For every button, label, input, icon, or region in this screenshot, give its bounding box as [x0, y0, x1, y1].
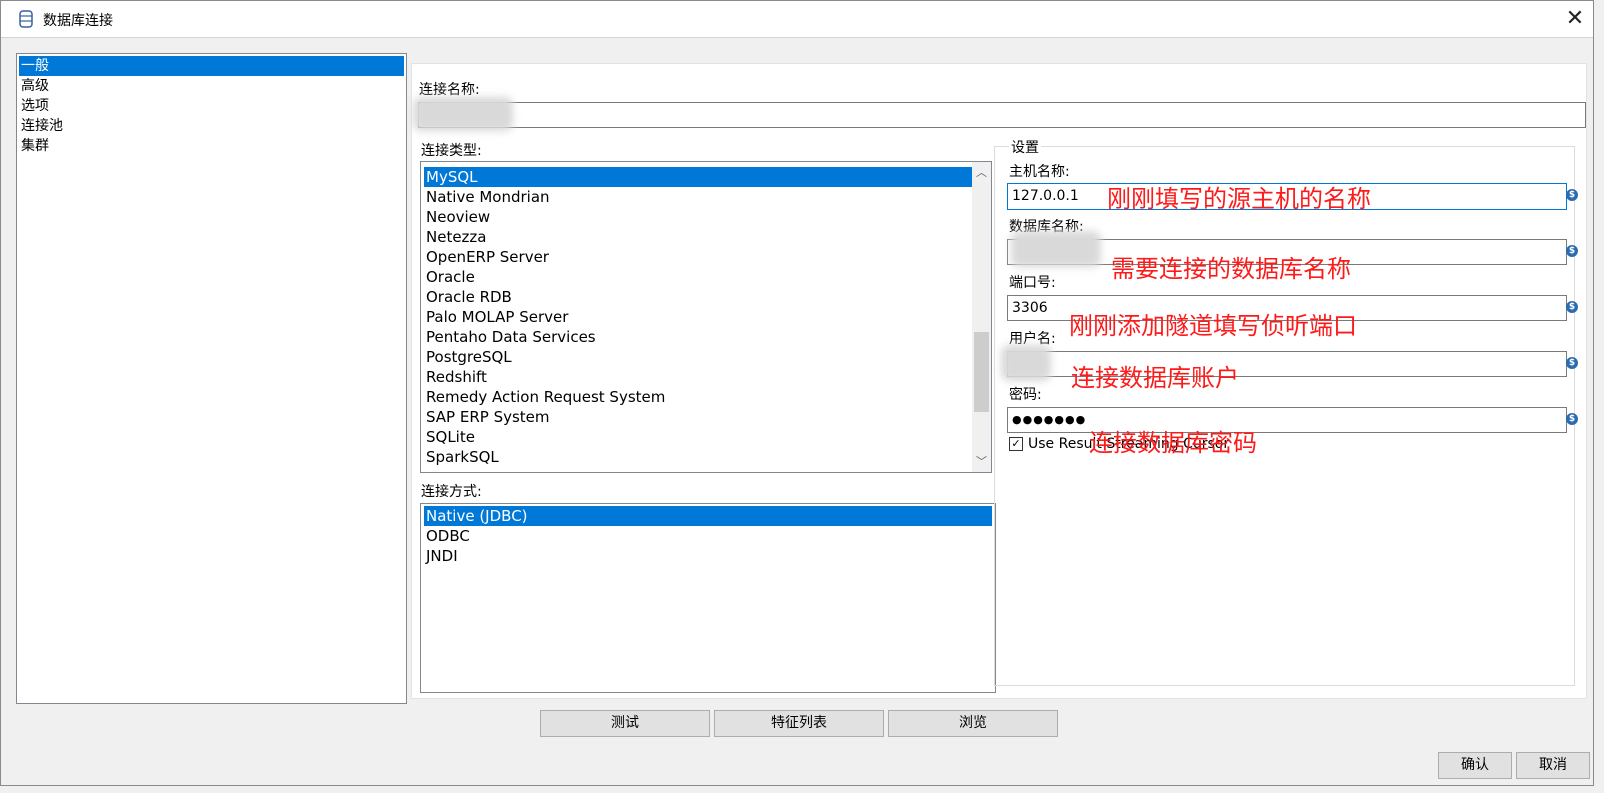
list-item-access-type[interactable]: JNDI	[424, 546, 458, 566]
nav-item-cluster[interactable]: 集群	[19, 136, 404, 156]
title-bar: 数据库连接 ✕	[1, 1, 1593, 37]
title-separator	[1, 37, 1593, 38]
list-item-access-type[interactable]: ODBC	[424, 526, 470, 546]
annotation-user: 连接数据库账户	[1071, 364, 1239, 392]
window-title: 数据库连接	[43, 13, 113, 29]
close-button[interactable]: ✕	[1561, 5, 1589, 33]
annotation-password: 连接数据库密码	[1089, 429, 1257, 457]
list-item-connection-type[interactable]: Oracle	[424, 267, 475, 287]
settings-group-label: 设置	[1009, 137, 1041, 157]
redacted-username	[1001, 345, 1051, 381]
scroll-down-icon[interactable]: ﹀	[972, 453, 991, 470]
port-label: 端口号:	[1009, 275, 1056, 291]
feature-list-button[interactable]: 特征列表	[714, 710, 884, 737]
database-icon	[19, 10, 33, 28]
variable-icon[interactable]: $	[1566, 357, 1578, 369]
scroll-up-icon[interactable]: ︿	[972, 164, 991, 181]
password-label: 密码:	[1009, 387, 1042, 403]
nav-item-pooling[interactable]: 连接池	[19, 116, 404, 136]
variable-icon[interactable]: $	[1566, 245, 1578, 257]
nav-item-options[interactable]: 选项	[19, 96, 404, 116]
variable-icon[interactable]: $	[1566, 413, 1578, 425]
connection-type-list[interactable]: MySQL Native Mondrian Neoview Netezza Op…	[420, 161, 992, 473]
explore-button[interactable]: 浏览	[888, 710, 1058, 737]
list-item-connection-type[interactable]: SparkSQL	[424, 447, 499, 467]
list-item-connection-type[interactable]: OpenERP Server	[424, 247, 549, 267]
cancel-button[interactable]: 取消	[1516, 752, 1590, 779]
category-nav-list: 一般 高级 选项 连接池 集群	[16, 53, 407, 704]
list-item-connection-type[interactable]: Native Mondrian	[424, 187, 550, 207]
redacted-connection-name	[413, 97, 513, 131]
list-item-connection-type[interactable]: Remedy Action Request System	[424, 387, 665, 407]
list-item-connection-type[interactable]: Netezza	[424, 227, 487, 247]
list-item-connection-type[interactable]: SAP ERP System	[424, 407, 550, 427]
connection-name-label: 连接名称:	[419, 82, 480, 98]
list-item-connection-type[interactable]: Palo MOLAP Server	[424, 307, 568, 327]
list-item-connection-type[interactable]: Neoview	[424, 207, 490, 227]
dialog-window: 数据库连接 ✕ 一般 高级 选项 连接池 集群 连接名称: 连接类型: MySQ…	[0, 0, 1594, 786]
list-item-connection-type[interactable]: SQLite	[424, 427, 475, 447]
ok-button[interactable]: 确认	[1438, 752, 1512, 779]
host-label: 主机名称:	[1009, 164, 1070, 180]
list-item-access-type[interactable]: Native (JDBC)	[424, 506, 992, 526]
list-item-connection-type[interactable]: Pentaho Data Services	[424, 327, 596, 347]
access-type-label: 连接方式:	[421, 484, 482, 500]
nav-item-general[interactable]: 一般	[19, 56, 404, 76]
connection-type-scrollbar[interactable]: ︿ ﹀	[972, 162, 991, 472]
variable-icon[interactable]: $	[1566, 189, 1578, 201]
connection-name-field[interactable]	[418, 102, 1586, 128]
list-item-connection-type[interactable]: Redshift	[424, 367, 487, 387]
connection-type-label: 连接类型:	[421, 143, 482, 159]
list-item-connection-type[interactable]: Oracle RDB	[424, 287, 512, 307]
annotation-database: 需要连接的数据库名称	[1111, 255, 1351, 283]
streaming-cursor-checkbox[interactable]: ✓	[1009, 437, 1023, 451]
nav-item-advanced[interactable]: 高级	[19, 76, 404, 96]
variable-icon[interactable]: $	[1566, 301, 1578, 313]
access-type-list[interactable]: Native (JDBC) ODBC JNDI	[420, 503, 996, 693]
annotation-port: 刚刚添加隧道填写侦听端口	[1069, 312, 1357, 340]
list-item-connection-type[interactable]: PostgreSQL	[424, 347, 512, 367]
redacted-database-name	[1011, 231, 1101, 267]
annotation-host: 刚刚填写的源主机的名称	[1107, 185, 1371, 213]
scrollbar-thumb[interactable]	[974, 332, 989, 412]
test-button[interactable]: 测试	[540, 710, 710, 737]
list-item-connection-type[interactable]: MySQL	[424, 167, 972, 187]
